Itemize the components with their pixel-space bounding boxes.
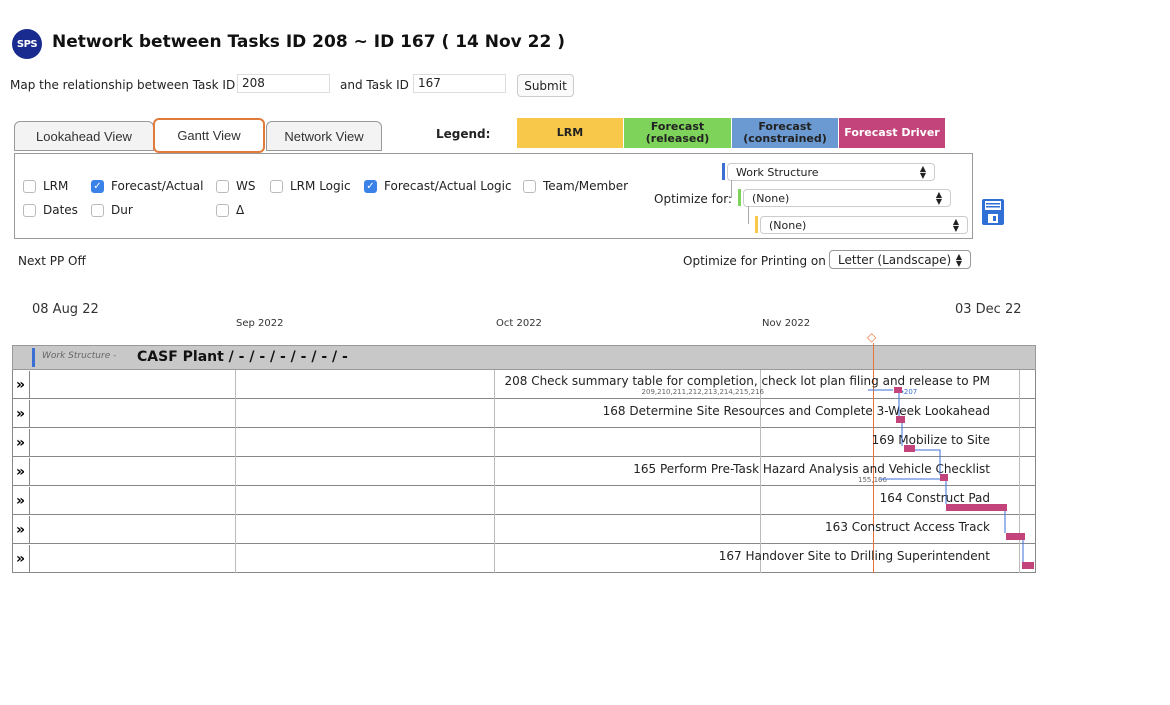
task-bar	[1022, 562, 1034, 569]
gantt-links-layer	[868, 387, 1034, 569]
task-bar	[946, 504, 1007, 511]
task-bar	[894, 387, 902, 393]
task-bar	[904, 445, 915, 452]
task-bar	[940, 474, 948, 481]
task-bar	[1006, 533, 1025, 540]
task-bar	[896, 416, 905, 423]
logic-link	[912, 449, 941, 475]
